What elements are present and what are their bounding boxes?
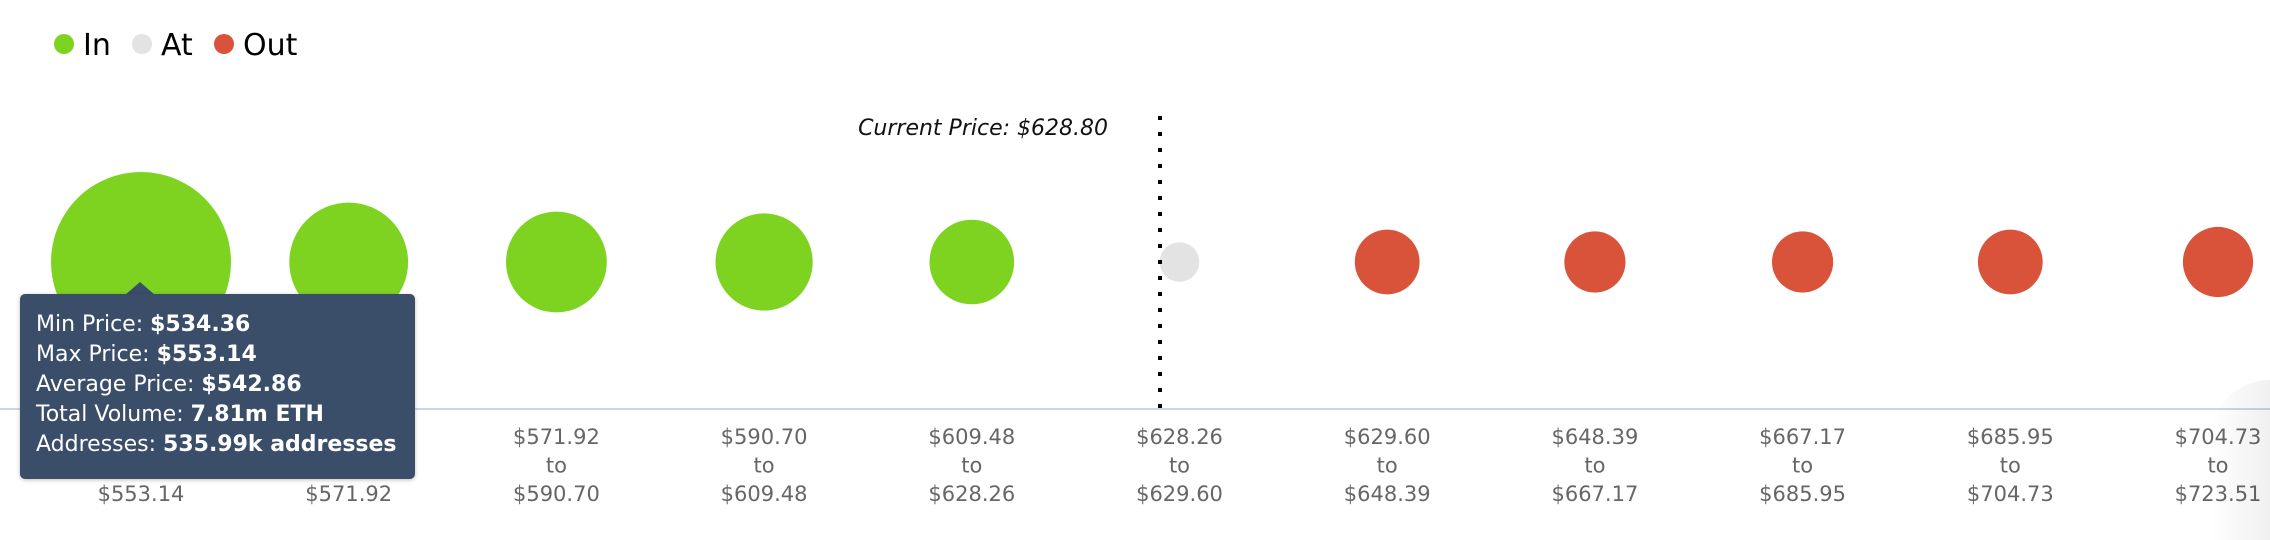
tooltip-label: Addresses: (36, 432, 164, 457)
x-tick-label: $629.60 to $648.39 (1344, 425, 1431, 506)
legend-dot-icon (132, 34, 152, 54)
tooltip-label: Min Price: (36, 312, 151, 337)
tooltip-label: Average Price: (36, 372, 202, 397)
legend-label: At (161, 28, 193, 63)
bubble-at[interactable] (1159, 242, 1200, 282)
bubble-in[interactable] (929, 219, 1015, 305)
tooltip: Min Price: $534.36 Max Price: $553.14 Aver… (20, 294, 415, 479)
tooltip-value: $542.86 (201, 372, 302, 397)
x-tick-label: $648.39 to $667.17 (1551, 425, 1638, 506)
x-tick-label: $667.17 to $685.95 (1759, 425, 1846, 506)
tooltip-row: Addresses: 535.99k addresses (36, 430, 399, 460)
tooltip-value: $534.36 (150, 312, 251, 337)
legend: In At Out (54, 28, 298, 63)
legend-label: In (83, 28, 111, 63)
x-axis-labels: $534.36to$553.14$553.14to$571.92$571.92t… (98, 425, 2262, 506)
bubble-out[interactable] (2182, 226, 2254, 298)
legend-item-at[interactable]: At (132, 28, 193, 63)
bubble-out[interactable] (1772, 231, 1834, 293)
tooltip-row: Max Price: $553.14 (36, 340, 399, 370)
tooltip-label: Total Volume: (36, 402, 191, 427)
legend-item-in[interactable]: In (54, 28, 111, 63)
x-tick-label: $571.92 to $590.70 (513, 425, 600, 506)
x-tick-label: $628.26 to $629.60 (1136, 425, 1223, 506)
legend-label: Out (243, 28, 298, 63)
tooltip-row: Average Price: $542.86 (36, 370, 399, 400)
tooltip-value: 7.81m ETH (190, 402, 324, 427)
bubble-out[interactable] (1354, 229, 1420, 295)
bubble-out[interactable] (1564, 231, 1626, 293)
tooltip-row: Total Volume: 7.81m ETH (36, 400, 399, 430)
bubble-in[interactable] (506, 211, 607, 313)
tooltip-value: $553.14 (156, 342, 257, 367)
tooltip-value: 535.99k addresses (163, 432, 397, 457)
x-tick-label: $685.95 to $704.73 (1967, 425, 2054, 506)
legend-item-out[interactable]: Out (214, 28, 298, 63)
tooltip-label: Max Price: (36, 342, 157, 367)
legend-dot-icon (214, 34, 234, 54)
bubble-in[interactable] (715, 213, 813, 311)
legend-dot-icon (54, 34, 74, 54)
current-price-label: Current Price: $628.80 (858, 116, 1108, 141)
bubble-out[interactable] (1977, 229, 2043, 295)
tooltip-row: Min Price: $534.36 (36, 310, 399, 340)
x-tick-label: $590.70 to $609.48 (721, 425, 808, 506)
x-tick-label: $609.48 to $628.26 (928, 425, 1015, 506)
